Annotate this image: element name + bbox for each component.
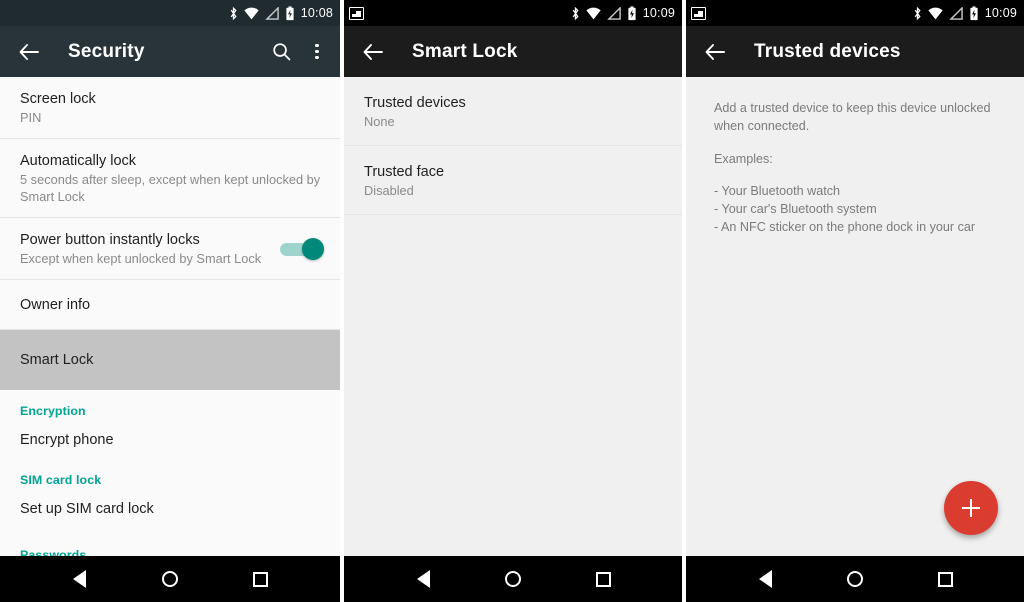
status-bar-notifications	[691, 6, 706, 20]
row-title: Trusted devices	[364, 95, 466, 111]
signal-icon	[606, 6, 621, 20]
row-title: Automatically lock	[20, 153, 137, 170]
list-item[interactable]: Screen lock PIN	[0, 77, 340, 140]
search-icon[interactable]	[268, 39, 294, 65]
power-button-instantly-locks-toggle[interactable]	[280, 238, 324, 261]
toolbar-actions	[268, 39, 330, 65]
row-subtitle: 5 seconds after sleep, except when kept …	[20, 172, 321, 205]
row-subtitle: Disabled	[364, 183, 414, 199]
list-item[interactable]: Owner info	[0, 280, 340, 331]
trusted-devices-empty-state: Add a trusted device to keep this device…	[686, 77, 1024, 556]
list-item-encrypt-phone[interactable]: Encrypt phone	[0, 423, 340, 459]
system-navigation-bar	[0, 556, 340, 602]
overflow-dots	[315, 44, 319, 59]
battery-charging-icon	[286, 5, 294, 20]
nav-back-icon[interactable]	[62, 562, 96, 596]
list-item: - An NFC sticker on the phone dock in yo…	[714, 220, 976, 235]
arrow-back-glyph	[19, 43, 39, 60]
section-header-passwords: Passwords	[20, 548, 87, 556]
list-item-trusted-devices[interactable]: Trusted devices None	[344, 77, 682, 147]
battery-charging-icon	[628, 5, 636, 20]
page-title: Security	[68, 40, 145, 62]
nav-back-icon[interactable]	[406, 562, 440, 596]
section-header-sim-card-lock: SIM card lock	[20, 473, 102, 488]
add-trusted-device-fab[interactable]	[944, 481, 998, 535]
arrow-back-icon[interactable]	[360, 39, 386, 65]
panel-smart-lock: 10:09 Smart Lock Trusted devices None Tr…	[344, 0, 682, 602]
list-item[interactable]: Automatically lock 5 seconds after sleep…	[0, 139, 340, 218]
bluetooth-icon	[914, 6, 921, 20]
system-navigation-bar	[686, 556, 1024, 602]
status-bar-trusted-devices: 10:09	[686, 0, 1024, 26]
list-item-set-up-sim-card-lock[interactable]: Set up SIM card lock	[0, 492, 340, 528]
row-title: Smart Lock	[20, 352, 94, 369]
nav-home-icon[interactable]	[496, 562, 530, 596]
row-title: Trusted face	[364, 164, 445, 181]
arrow-back-glyph	[705, 43, 725, 60]
arrow-back-icon[interactable]	[16, 39, 42, 65]
bluetooth-icon	[572, 6, 579, 20]
status-bar-smart-lock: 10:09	[344, 0, 682, 26]
page-title: Smart Lock	[412, 40, 518, 62]
status-bar-notifications	[349, 6, 364, 20]
overflow-menu-icon[interactable]	[304, 39, 330, 65]
search-glyph	[272, 43, 290, 61]
list-item-smart-lock[interactable]: Smart Lock	[0, 330, 340, 391]
panel-trusted-devices: 10:09 Trusted devices Add a trusted devi…	[686, 0, 1024, 602]
empty-state-examples-label: Examples:	[714, 151, 773, 166]
row-subtitle: PIN	[20, 110, 42, 126]
toggle-thumb	[302, 238, 324, 261]
empty-state-copy: Add a trusted device to keep this device…	[686, 77, 1024, 237]
page-title: Trusted devices	[754, 40, 901, 62]
screenshot-triptych: 10:08 Security Screen lock PIN Automatic…	[0, 0, 1024, 602]
empty-state-examples-list: - Your Bluetooth watch - Your car's Blue…	[714, 182, 998, 237]
arrow-back-glyph	[363, 43, 383, 60]
nav-home-icon[interactable]	[838, 562, 872, 596]
arrow-back-icon[interactable]	[702, 39, 728, 65]
status-bar-system-icons: 10:08	[229, 5, 333, 21]
settings-list-security: Screen lock PIN Automatically lock 5 sec…	[0, 77, 340, 556]
nav-home-icon[interactable]	[153, 562, 187, 596]
battery-charging-icon	[970, 5, 978, 20]
list-item: - Your Bluetooth watch	[714, 183, 841, 198]
section-header-encryption: Encryption	[20, 404, 86, 419]
row-title: Owner info	[20, 296, 91, 313]
wifi-icon	[928, 7, 943, 19]
list-item-trusted-face[interactable]: Trusted face Disabled	[344, 146, 682, 216]
wifi-icon	[586, 7, 601, 19]
nav-recents-icon[interactable]	[586, 562, 620, 596]
row-subtitle: None	[364, 114, 395, 130]
list-item: - Your car's Bluetooth system	[714, 202, 877, 216]
screenshot-image-icon	[349, 6, 364, 20]
row-title: Screen lock	[20, 91, 96, 107]
screenshot-image-icon	[691, 6, 706, 20]
toolbar-security: Security	[0, 26, 340, 77]
status-bar-clock: 10:09	[642, 5, 675, 20]
wifi-icon	[244, 7, 259, 19]
toolbar-trusted-devices: Trusted devices	[686, 26, 1024, 77]
row-title: Power button instantly locks	[20, 231, 200, 248]
settings-list-smart-lock: Trusted devices None Trusted face Disabl…	[344, 77, 682, 556]
signal-icon	[948, 6, 963, 20]
nav-back-icon[interactable]	[748, 562, 782, 596]
status-bar-clock: 10:08	[300, 5, 333, 20]
signal-icon	[264, 6, 279, 20]
row-subtitle: Except when kept unlocked by Smart Lock	[20, 251, 262, 267]
toolbar-smart-lock: Smart Lock	[344, 26, 682, 77]
system-navigation-bar	[344, 556, 682, 602]
status-bar-system-icons: 10:09	[913, 5, 1017, 21]
status-bar-system-icons: 10:09	[571, 5, 675, 21]
panel-security: 10:08 Security Screen lock PIN Automatic…	[0, 0, 340, 602]
bluetooth-icon	[230, 6, 237, 20]
status-bar-clock: 10:09	[984, 5, 1017, 20]
nav-recents-icon[interactable]	[244, 562, 278, 596]
empty-state-intro: Add a trusted device to keep this device…	[714, 101, 991, 134]
status-bar-security: 10:08	[0, 0, 340, 26]
nav-recents-icon[interactable]	[928, 562, 962, 596]
list-item[interactable]: Power button instantly locks Except when…	[0, 218, 340, 280]
